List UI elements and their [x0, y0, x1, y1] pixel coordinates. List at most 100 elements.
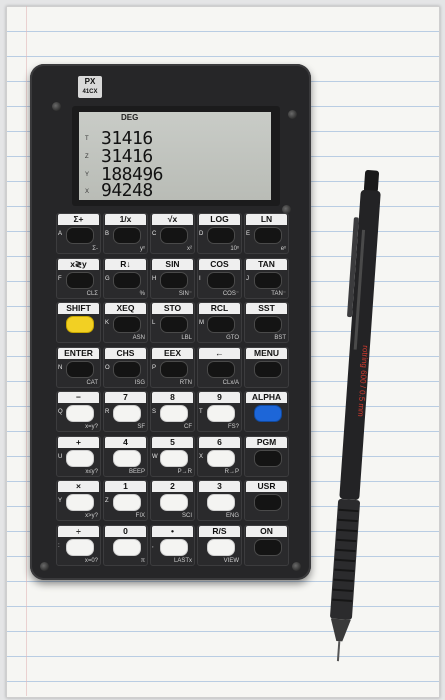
key-27[interactable]: 4 BEEP	[103, 435, 148, 477]
key-cap[interactable]	[207, 538, 235, 556]
key-shift-label: BEEP	[128, 468, 145, 475]
key-letter-label: W	[152, 453, 158, 460]
key-cap[interactable]	[207, 271, 235, 289]
key-24[interactable]: 9 T FS?	[197, 391, 242, 432]
key-function-label: R↓	[105, 258, 146, 270]
key-7[interactable]: R↓ G%	[103, 257, 148, 299]
key-cap[interactable]	[66, 538, 94, 556]
key-cap[interactable]	[66, 494, 94, 511]
key-cap[interactable]	[207, 316, 235, 333]
key-8[interactable]: SIN H SIN⁻	[150, 257, 195, 299]
key-20[interactable]: MENU	[244, 346, 289, 388]
key-cap[interactable]	[113, 316, 141, 333]
key-cap[interactable]	[254, 494, 282, 511]
key-17[interactable]: CHS O ISG	[103, 346, 148, 388]
key-cap[interactable]	[66, 360, 94, 378]
key-cap[interactable]	[160, 494, 188, 511]
key-21[interactable]: − Qx=y?	[56, 391, 101, 432]
key-letter-label: E	[246, 231, 251, 237]
key-letter-label: D	[199, 231, 204, 237]
key-36[interactable]: ÷: x=0?	[56, 524, 101, 566]
key-shift-label: LASTx	[173, 557, 192, 564]
key-shift-label: SIN⁻	[178, 290, 192, 297]
key-shift-label: CLΣ	[86, 290, 98, 297]
key-6[interactable]: x≷y F CLΣ	[56, 257, 101, 299]
key-35[interactable]: USR	[244, 480, 289, 521]
key-cap[interactable]	[207, 494, 235, 511]
key-10[interactable]: TAN J TAN⁻	[244, 257, 289, 299]
key-14[interactable]: RCL M GTO	[197, 302, 242, 343]
key-cap[interactable]	[254, 271, 282, 289]
key-9[interactable]: COS I COS⁻	[197, 257, 242, 299]
key-function-label: USR	[246, 481, 287, 492]
key-cap[interactable]	[66, 316, 94, 333]
key-cap[interactable]	[66, 271, 94, 289]
key-cap[interactable]	[113, 538, 141, 556]
key-13[interactable]: STO L LBL	[150, 302, 195, 343]
brand-logo-top: PX	[84, 77, 96, 86]
key-26[interactable]: + Ux≤y?	[56, 435, 101, 477]
key-cap[interactable]	[207, 360, 235, 378]
key-23[interactable]: 8 S CF	[150, 391, 195, 432]
key-12[interactable]: XEQ K ASN	[103, 302, 148, 343]
key-shift-label: CF	[184, 424, 192, 430]
key-2[interactable]: 1/x Byˣ	[103, 213, 148, 254]
key-cap[interactable]	[254, 405, 282, 422]
key-19[interactable]: ← CLx/A	[197, 346, 242, 388]
key-38[interactable]: •, LASTx	[150, 524, 195, 566]
key-cap[interactable]	[113, 449, 141, 467]
key-function-label: 0	[105, 525, 146, 537]
key-cap[interactable]	[113, 227, 141, 244]
key-function-label: ENTER	[58, 347, 99, 359]
key-cap[interactable]	[113, 405, 141, 422]
key-cap[interactable]	[254, 538, 282, 556]
key-25[interactable]: ALPHA	[244, 391, 289, 432]
key-cap[interactable]	[254, 227, 282, 244]
key-cap[interactable]	[113, 271, 141, 289]
key-cap[interactable]	[160, 449, 188, 467]
key-cap[interactable]	[113, 494, 141, 511]
key-cap[interactable]	[254, 449, 282, 467]
key-cap[interactable]	[113, 360, 141, 378]
key-function-label: PGM	[246, 436, 287, 448]
key-4[interactable]: LOG D 10ˣ	[197, 213, 242, 254]
key-39[interactable]: R/S VIEW	[197, 524, 242, 566]
key-function-label: TAN	[246, 258, 287, 270]
key-29[interactable]: 6 X R→P	[197, 435, 242, 477]
key-18[interactable]: EEX P RTN	[150, 346, 195, 388]
key-40[interactable]: ON	[244, 524, 289, 566]
key-11[interactable]: SHIFT	[56, 302, 101, 343]
key-3[interactable]: √x Cx²	[150, 213, 195, 254]
key-cap[interactable]	[66, 405, 94, 422]
key-16[interactable]: ENTER N CAT	[56, 346, 101, 388]
key-cap[interactable]	[66, 227, 94, 244]
key-cap[interactable]	[66, 449, 94, 467]
key-cap[interactable]	[207, 405, 235, 422]
key-function-label: LOG	[199, 214, 240, 225]
key-30[interactable]: PGM	[244, 435, 289, 477]
key-1[interactable]: Σ+ A Σ-	[56, 213, 101, 254]
key-cap[interactable]	[160, 271, 188, 289]
key-cap[interactable]	[160, 405, 188, 422]
key-cap[interactable]	[254, 360, 282, 378]
key-32[interactable]: 1 Z FIX	[103, 480, 148, 521]
key-cap[interactable]	[254, 316, 282, 333]
key-cap[interactable]	[160, 360, 188, 378]
key-cap[interactable]	[207, 449, 235, 467]
key-function-label: MENU	[246, 347, 287, 359]
key-33[interactable]: 2 SCI	[150, 480, 195, 521]
brand-logo: PX 41CX	[78, 76, 102, 98]
key-cap[interactable]	[160, 227, 188, 244]
key-34[interactable]: 3 ENG	[197, 480, 242, 521]
register-label-z: Z	[85, 154, 89, 160]
key-31[interactable]: × Yx>y?	[56, 480, 101, 521]
key-15[interactable]: SST BST	[244, 302, 289, 343]
key-cap[interactable]	[160, 316, 188, 333]
key-28[interactable]: 5 W P→R	[150, 435, 195, 477]
key-22[interactable]: 7 R SF	[103, 391, 148, 432]
key-letter-label: Y	[58, 498, 63, 504]
key-37[interactable]: 0π	[103, 524, 148, 566]
key-cap[interactable]	[207, 227, 235, 244]
key-cap[interactable]	[160, 538, 188, 556]
key-5[interactable]: LN Eeˣ	[244, 213, 289, 254]
